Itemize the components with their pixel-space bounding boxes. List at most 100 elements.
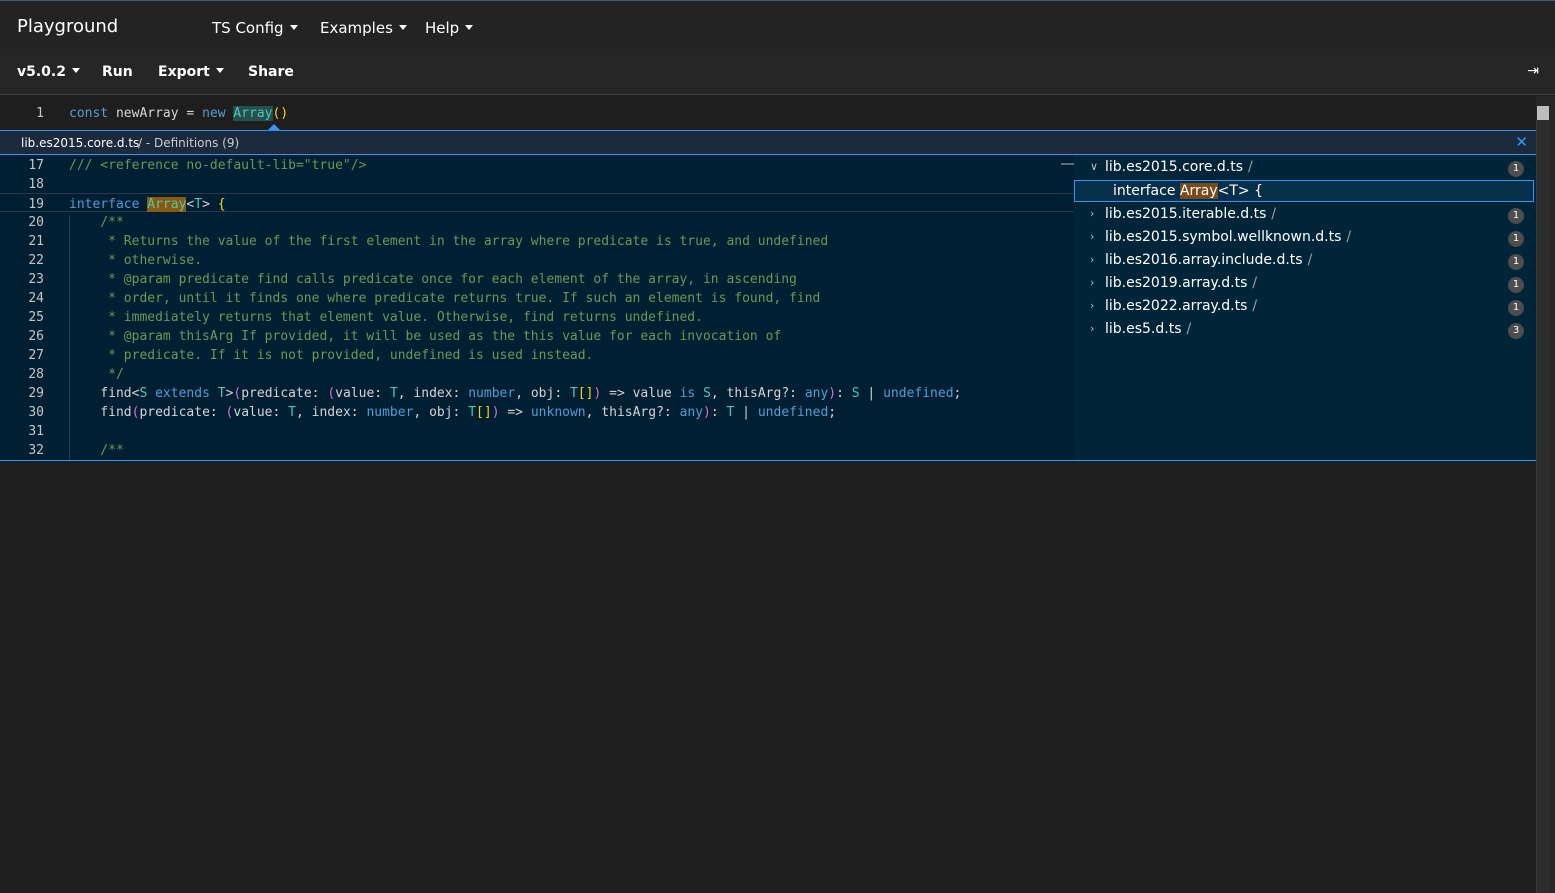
- file-label: lib.es5.d.ts: [1105, 321, 1182, 337]
- line-number: 25: [28, 310, 44, 325]
- tree-file-item[interactable]: › lib.es2019.array.d.ts/1: [1074, 272, 1536, 295]
- peek-code-line[interactable]: 30 find(predicate: (value: T, index: num…: [0, 402, 1074, 421]
- peek-code-line[interactable]: 26 * @param thisArg If provided, it will…: [0, 326, 1074, 345]
- editor-line-1[interactable]: 1 const newArray = new Array(): [0, 104, 1536, 125]
- line-number: 20: [28, 215, 44, 230]
- peek-code-line[interactable]: 21 * Returns the value of the first elem…: [0, 231, 1074, 250]
- line-code[interactable]: const newArray = new Array(): [69, 106, 288, 121]
- line-number: 23: [28, 272, 44, 287]
- line-number: 18: [28, 177, 44, 192]
- tree-file-item[interactable]: › lib.es2015.symbol.wellknown.d.ts/1: [1074, 226, 1536, 249]
- line-number: 32: [28, 443, 44, 458]
- run-button[interactable]: Run: [102, 64, 133, 80]
- path-separator: /: [1252, 275, 1258, 291]
- line-code[interactable]: /**: [69, 443, 124, 458]
- brand-title[interactable]: Playground: [17, 16, 118, 37]
- peek-code-line[interactable]: 22 * otherwise.: [0, 250, 1074, 269]
- tree-file-item[interactable]: › lib.es2016.array.include.d.ts/1: [1074, 249, 1536, 272]
- peek-code-line[interactable]: 28 */: [0, 364, 1074, 383]
- token-parens: (): [272, 106, 289, 121]
- line-code[interactable]: * order, until it finds one where predic…: [69, 291, 820, 306]
- line-number: 31: [28, 424, 44, 439]
- tree-file-name: lib.es5.d.ts /: [1105, 321, 1191, 337]
- file-label: lib.es2016.array.include.d.ts: [1105, 252, 1303, 268]
- peek-file-name[interactable]: lib.es2015.core.d.ts: [21, 136, 139, 150]
- line-number: 17: [28, 158, 44, 173]
- file-label: lib.es2022.array.d.ts: [1105, 298, 1248, 314]
- tree-file-name: lib.es2016.array.include.d.ts /: [1105, 252, 1312, 268]
- chevron-down-icon[interactable]: ∨: [1090, 160, 1098, 173]
- peek-code-line[interactable]: 24 * order, until it finds one where pre…: [0, 288, 1074, 307]
- indent-guide: [69, 215, 70, 460]
- chevron-right-icon[interactable]: ›: [1090, 230, 1094, 243]
- chevron-down-icon: [72, 68, 80, 73]
- peek-header: lib.es2015.core.d.ts / - Definitions (9)…: [0, 130, 1536, 155]
- version-select[interactable]: v5.0.2: [17, 64, 80, 80]
- line-number: 30: [28, 405, 44, 420]
- line-code[interactable]: * @param thisArg If provided, it will be…: [69, 329, 781, 344]
- token-type-highlighted[interactable]: Array: [233, 106, 273, 121]
- peek-scrollbar[interactable]: [1061, 163, 1075, 165]
- peek-code-line[interactable]: 32 /**: [0, 440, 1074, 459]
- peek-code-pane[interactable]: 17 /// <reference no-default-lib="true"/>…: [0, 155, 1074, 460]
- peek-code-line[interactable]: 29 find<S extends T>(predicate: (value: …: [0, 383, 1074, 402]
- chevron-right-icon[interactable]: ›: [1090, 253, 1094, 266]
- token-keyword: const: [69, 106, 109, 121]
- collapse-sidebar-icon[interactable]: ⇥: [1527, 63, 1539, 79]
- menu-examples[interactable]: Examples: [320, 19, 407, 37]
- line-code[interactable]: * immediately returns that element value…: [69, 310, 703, 325]
- count-badge: 3: [1508, 323, 1524, 339]
- line-number: 24: [28, 291, 44, 306]
- share-button[interactable]: Share: [248, 64, 294, 80]
- token-keyword: new: [202, 106, 226, 121]
- close-icon[interactable]: ✕: [1515, 133, 1528, 151]
- line-number: 1: [36, 106, 44, 121]
- path-separator: /: [1186, 321, 1192, 337]
- peek-code-line[interactable]: 17 /// <reference no-default-lib="true"/>: [0, 155, 1074, 174]
- ref-post: <T> {: [1217, 183, 1263, 199]
- peek-code-line[interactable]: 19 interface Array<T> {: [0, 193, 1074, 212]
- chevron-right-icon[interactable]: ›: [1090, 299, 1094, 312]
- peek-code-line[interactable]: 23 * @param predicate find calls predica…: [0, 269, 1074, 288]
- path-separator: /: [1271, 206, 1277, 222]
- ref-pre: interface: [1113, 183, 1180, 199]
- chevron-right-icon[interactable]: ›: [1090, 276, 1094, 289]
- line-code[interactable]: interface Array<T> {: [69, 197, 226, 212]
- chevron-right-icon[interactable]: ›: [1090, 207, 1094, 220]
- tree-file-item[interactable]: › lib.es2015.iterable.d.ts/1: [1074, 203, 1536, 226]
- tree-file-name: lib.es2015.iterable.d.ts /: [1105, 206, 1276, 222]
- menu-help[interactable]: Help: [425, 19, 474, 37]
- line-code[interactable]: * Returns the value of the first element…: [69, 234, 828, 249]
- line-code[interactable]: /// <reference no-default-lib="true"/>: [69, 158, 366, 173]
- chevron-down-icon: [398, 25, 407, 30]
- line-code[interactable]: find(predicate: (value: T, index: number…: [69, 405, 836, 420]
- ref-word-highlighted: Array: [1179, 183, 1218, 199]
- path-separator: /: [1252, 298, 1258, 314]
- chevron-down-icon: [465, 25, 474, 30]
- line-number: 28: [28, 367, 44, 382]
- scrollbar-thumb[interactable]: [1537, 106, 1549, 120]
- chevron-right-icon[interactable]: ›: [1090, 322, 1094, 335]
- peek-code-line[interactable]: 25 * immediately returns that element va…: [0, 307, 1074, 326]
- path-separator: /: [1346, 229, 1352, 245]
- tree-file-name: lib.es2022.array.d.ts /: [1105, 298, 1257, 314]
- line-code[interactable]: * @param predicate find calls predicate …: [69, 272, 797, 287]
- line-code[interactable]: * otherwise.: [69, 253, 202, 268]
- peek-code-line[interactable]: 20 /**: [0, 212, 1074, 231]
- line-code[interactable]: * predicate. If it is not provided, unde…: [69, 348, 593, 363]
- scrollbar-track[interactable]: [1536, 120, 1550, 893]
- peek-code-line[interactable]: 31: [0, 421, 1074, 440]
- menu-ts-config[interactable]: TS Config: [212, 19, 298, 37]
- peek-code-line[interactable]: 18: [0, 174, 1074, 193]
- menu-help-label: Help: [425, 19, 460, 37]
- tree-file-item[interactable]: › lib.es2022.array.d.ts/1: [1074, 295, 1536, 318]
- peek-code-line[interactable]: 27 * predicate. If it is not provided, u…: [0, 345, 1074, 364]
- export-button[interactable]: Export: [158, 64, 224, 80]
- tree-file-item[interactable]: › lib.es5.d.ts/3: [1074, 318, 1536, 341]
- line-code[interactable]: */: [69, 367, 124, 382]
- line-code[interactable]: find<S extends T>(predicate: (value: T, …: [69, 386, 961, 401]
- tree-selected-reference[interactable]: interface Array<T> {: [1074, 180, 1534, 202]
- tree-file-name: lib.es2019.array.d.ts /: [1105, 275, 1257, 291]
- line-code[interactable]: /**: [69, 215, 124, 230]
- tree-file-item[interactable]: ∨ lib.es2015.core.d.ts / 1: [1074, 156, 1536, 179]
